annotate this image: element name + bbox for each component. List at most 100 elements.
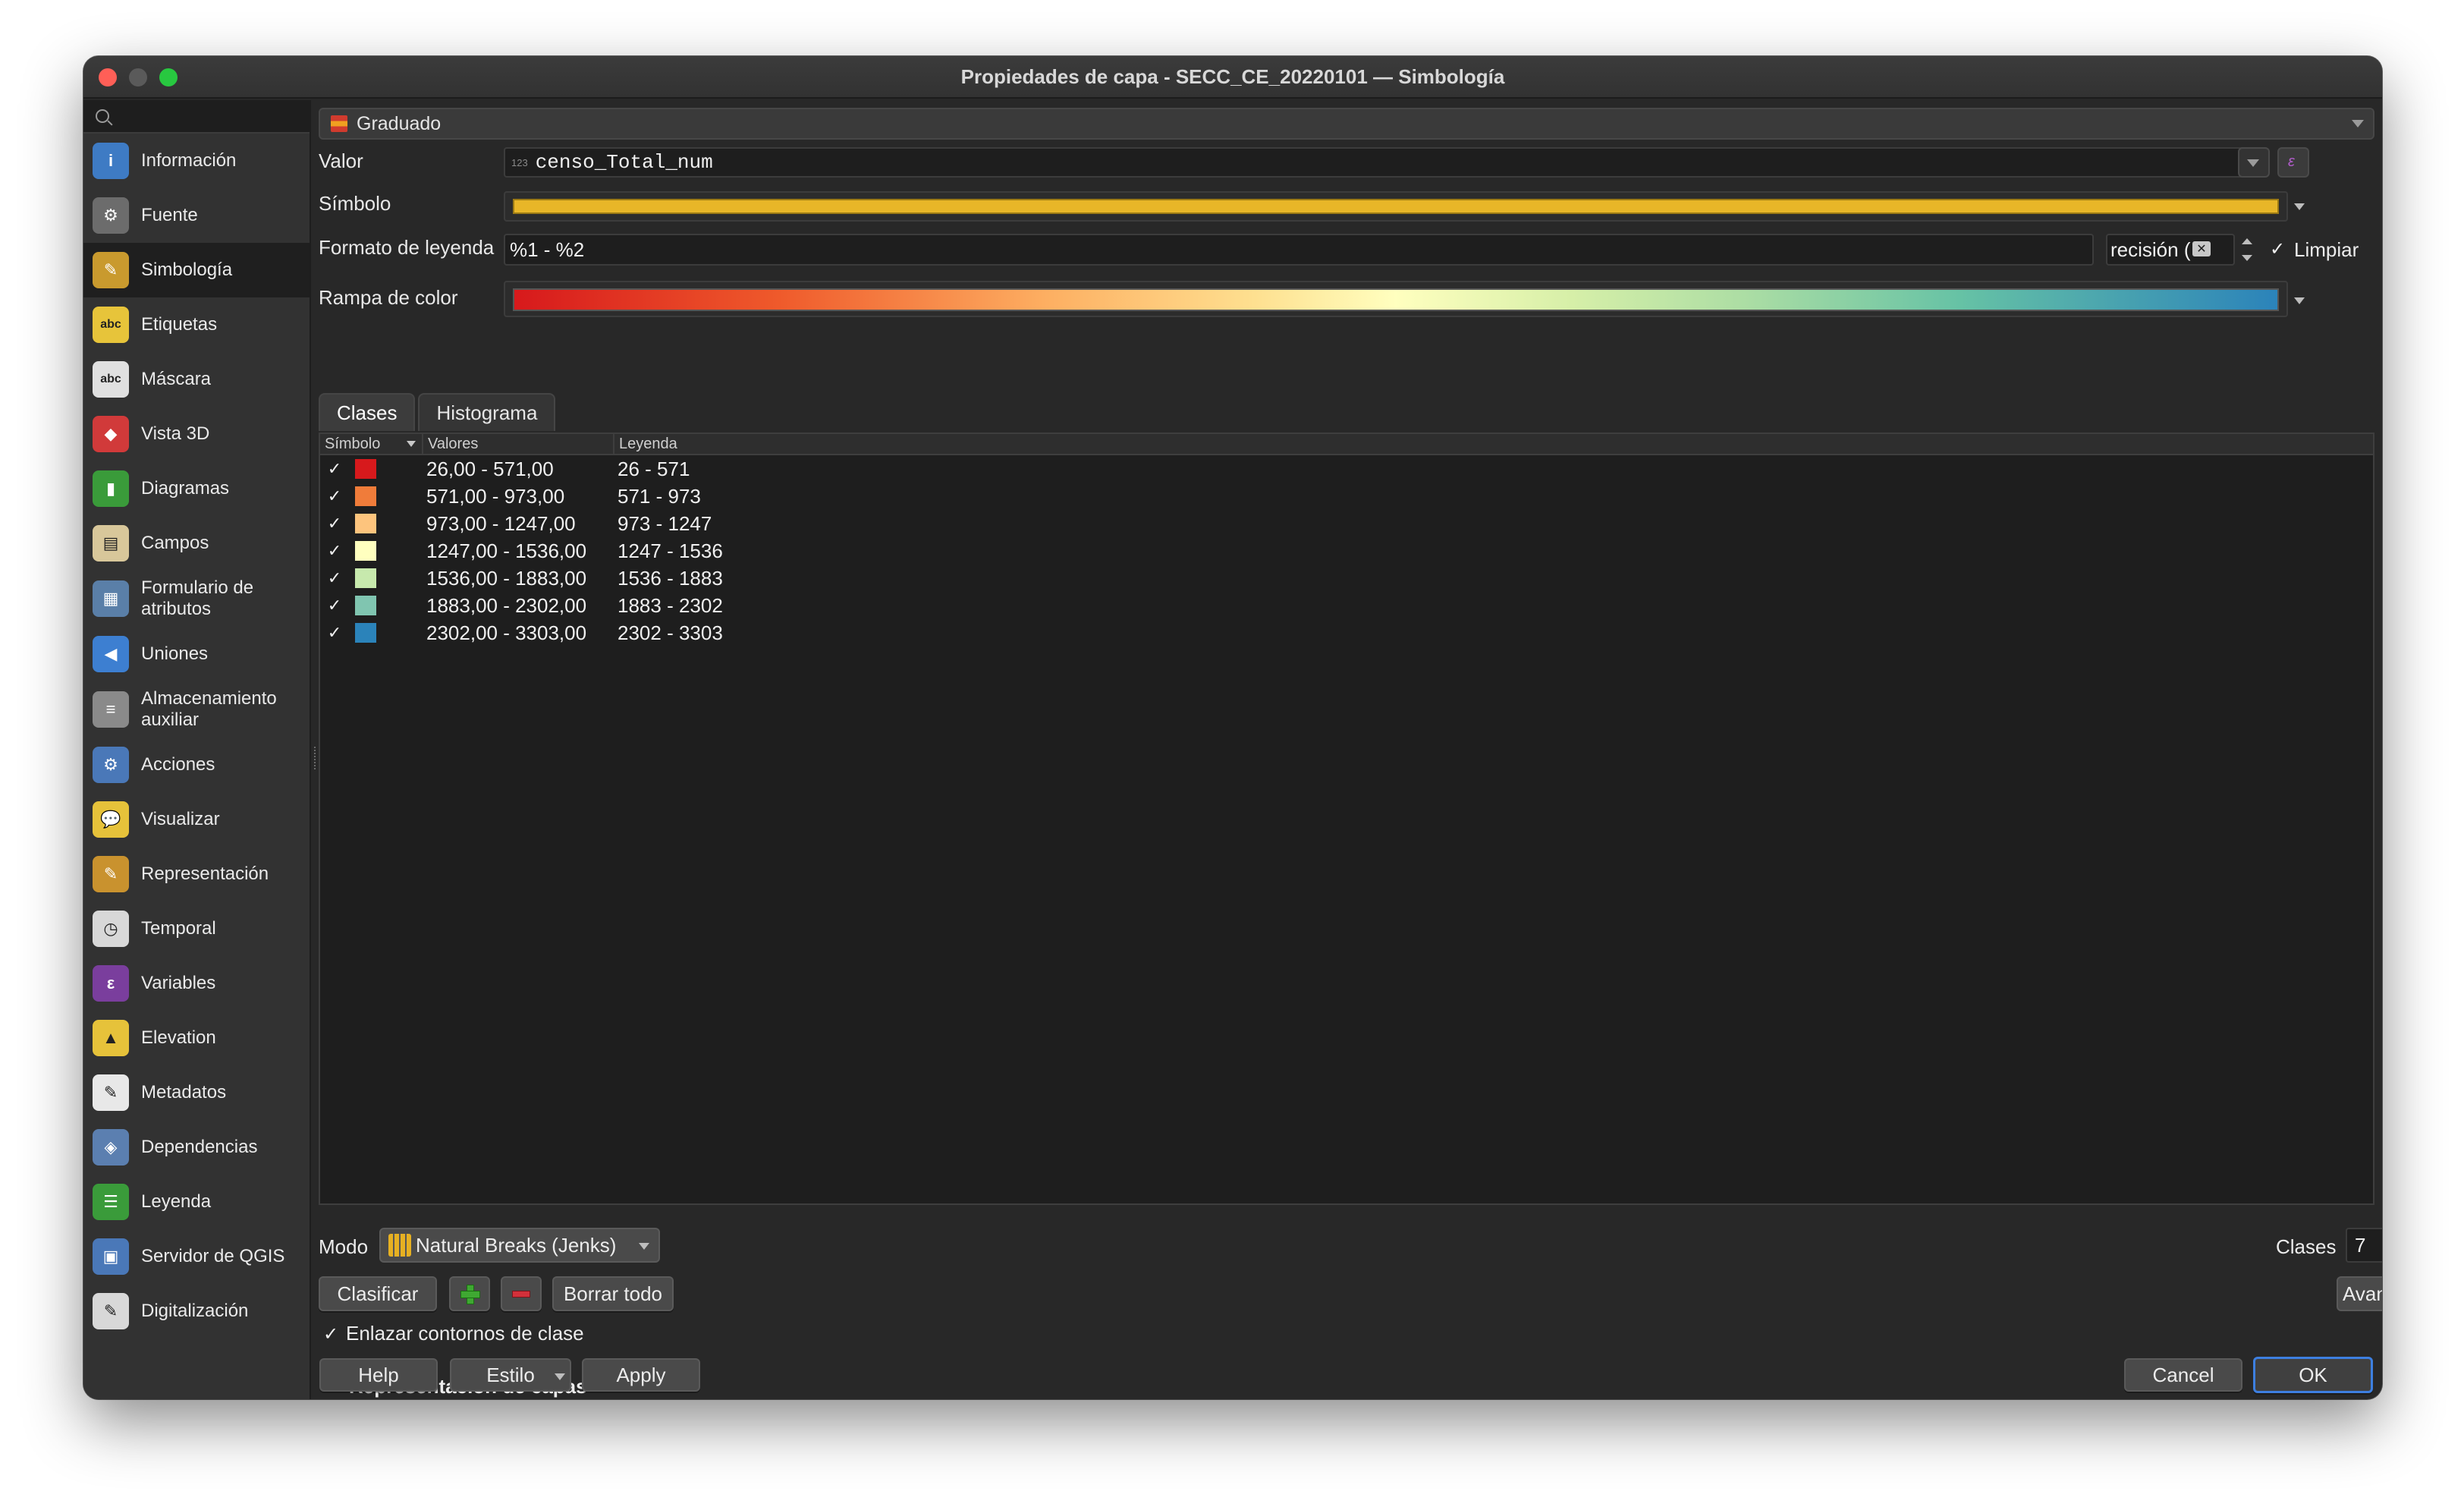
- delete-all-button[interactable]: Borrar todo: [552, 1276, 674, 1311]
- link-boundaries-checkbox[interactable]: ✓: [323, 1323, 338, 1345]
- column-header-values[interactable]: Valores: [423, 434, 614, 454]
- sidebar-item-labels[interactable]: abc Etiquetas: [83, 297, 310, 352]
- class-values-cell[interactable]: 973,00 - 1247,00: [426, 512, 618, 536]
- add-class-button[interactable]: [449, 1276, 490, 1311]
- symbology-icon: ✎: [93, 252, 129, 288]
- class-legend-cell[interactable]: 571 - 973: [618, 485, 769, 508]
- sidebar-item-symbology[interactable]: ✎ Simbología: [83, 243, 310, 297]
- legend-format-label: Formato de leyenda: [319, 235, 495, 259]
- mode-select[interactable]: Natural Breaks (Jenks): [379, 1228, 660, 1263]
- splitter-handle[interactable]: [314, 747, 317, 769]
- sidebar-item-digitizing[interactable]: ✎ Digitalización: [83, 1284, 310, 1339]
- remove-class-button[interactable]: [501, 1276, 542, 1311]
- class-values-cell[interactable]: 2302,00 - 3303,00: [426, 621, 618, 645]
- sidebar-item-diagrams[interactable]: ▮ Diagramas: [83, 461, 310, 516]
- color-ramp-dropdown-icon[interactable]: [2294, 297, 2305, 304]
- class-values-cell[interactable]: 1536,00 - 1883,00: [426, 567, 618, 590]
- classify-button[interactable]: Clasificar: [319, 1276, 437, 1311]
- maximize-window-button[interactable]: [159, 68, 178, 87]
- tab-classes[interactable]: Clases: [319, 393, 416, 431]
- classes-table[interactable]: Símbolo Valores Leyenda ✓ 26,00 - 571,00 2…: [319, 433, 2374, 1205]
- precision-stepper[interactable]: [2238, 234, 2256, 266]
- cancel-button[interactable]: Cancel: [2124, 1358, 2242, 1392]
- table-row[interactable]: ✓ 26,00 - 571,00 26 - 571: [320, 455, 2373, 483]
- class-legend-cell[interactable]: 2302 - 3303: [618, 621, 769, 645]
- close-window-button[interactable]: [99, 68, 117, 87]
- minimize-window-button[interactable]: [129, 68, 147, 87]
- table-row[interactable]: ✓ 1536,00 - 1883,00 1536 - 1883: [320, 565, 2373, 592]
- class-color-swatch[interactable]: [355, 623, 376, 643]
- precision-spinbox[interactable]: recisión ( ✕: [2106, 234, 2235, 266]
- class-legend-cell[interactable]: 1536 - 1883: [618, 567, 769, 590]
- sidebar-item-joins[interactable]: ◀ Uniones: [83, 627, 310, 681]
- value-field-select[interactable]: 123 censo_Total_num: [504, 147, 2268, 178]
- value-field-dropdown[interactable]: [2238, 147, 2270, 178]
- class-visibility-checkbox[interactable]: ✓: [323, 459, 346, 479]
- sidebar-item-source[interactable]: ⚙ Fuente: [83, 188, 310, 243]
- help-button[interactable]: Help: [319, 1358, 438, 1392]
- dependencies-icon: ◈: [93, 1129, 129, 1166]
- symbol-dropdown-icon[interactable]: [2294, 203, 2305, 210]
- class-color-swatch[interactable]: [355, 514, 376, 533]
- sidebar-item-info[interactable]: i Información: [83, 134, 310, 188]
- sidebar-item-rendering[interactable]: ✎ Representación: [83, 847, 310, 901]
- sidebar-item-metadata[interactable]: ✎ Metadatos: [83, 1065, 310, 1120]
- sidebar-item-actions[interactable]: ⚙ Acciones: [83, 738, 310, 792]
- class-values-cell[interactable]: 26,00 - 571,00: [426, 458, 618, 481]
- sidebar-item-fields[interactable]: ▤ Campos: [83, 516, 310, 571]
- class-legend-cell[interactable]: 973 - 1247: [618, 512, 769, 536]
- classes-label: Clases: [2276, 1235, 2337, 1258]
- sidebar-item-dependencies[interactable]: ◈ Dependencias: [83, 1120, 310, 1175]
- class-color-swatch[interactable]: [355, 486, 376, 506]
- sidebar-search-input[interactable]: [83, 100, 310, 134]
- class-visibility-checkbox[interactable]: ✓: [323, 486, 346, 506]
- apply-button[interactable]: Apply: [582, 1358, 700, 1392]
- column-header-legend[interactable]: Leyenda: [614, 434, 721, 454]
- sidebar-item-qgis-server[interactable]: ▣ Servidor de QGIS: [83, 1229, 310, 1284]
- class-visibility-checkbox[interactable]: ✓: [323, 541, 346, 561]
- classes-spinbox[interactable]: 7: [2346, 1228, 2382, 1263]
- clear-icon[interactable]: ✕: [2192, 241, 2211, 256]
- sidebar-item-auxiliary-storage[interactable]: ≡ Almacenamiento auxiliar: [83, 681, 310, 738]
- table-row[interactable]: ✓ 973,00 - 1247,00 973 - 1247: [320, 510, 2373, 537]
- properties-sidebar: i Información ⚙ Fuente ✎ Simbología abc Etiquet…: [83, 100, 311, 1399]
- class-color-swatch[interactable]: [355, 541, 376, 561]
- class-visibility-checkbox[interactable]: ✓: [323, 623, 346, 643]
- sidebar-item-attribute-form[interactable]: ▦ Formulario de atributos: [83, 571, 310, 627]
- class-legend-cell[interactable]: 1247 - 1536: [618, 540, 769, 563]
- expression-button[interactable]: ε: [2277, 147, 2309, 178]
- qgis-server-icon: ▣: [93, 1238, 129, 1275]
- style-menu-button[interactable]: Estilo: [450, 1358, 571, 1392]
- class-visibility-checkbox[interactable]: ✓: [323, 568, 346, 588]
- table-row[interactable]: ✓ 2302,00 - 3303,00 2302 - 3303: [320, 619, 2373, 646]
- ok-button[interactable]: OK: [2253, 1357, 2373, 1393]
- class-values-cell[interactable]: 571,00 - 973,00: [426, 485, 618, 508]
- class-visibility-checkbox[interactable]: ✓: [323, 596, 346, 615]
- sidebar-item-view-3d[interactable]: ◆ Vista 3D: [83, 407, 310, 461]
- class-color-swatch[interactable]: [355, 459, 376, 479]
- table-row[interactable]: ✓ 1883,00 - 2302,00 1883 - 2302: [320, 592, 2373, 619]
- class-color-swatch[interactable]: [355, 568, 376, 588]
- sidebar-item-variables[interactable]: ε Variables: [83, 956, 310, 1011]
- table-row[interactable]: ✓ 1247,00 - 1536,00 1247 - 1536: [320, 537, 2373, 565]
- sidebar-item-label: Información: [141, 150, 237, 171]
- class-legend-cell[interactable]: 26 - 571: [618, 458, 769, 481]
- sidebar-item-mask[interactable]: abc Máscara: [83, 352, 310, 407]
- sidebar-item-elevation[interactable]: ▲ Elevation: [83, 1011, 310, 1065]
- trim-checkbox[interactable]: ✓: [2270, 238, 2285, 260]
- sidebar-item-legend[interactable]: ☰ Leyenda: [83, 1175, 310, 1229]
- display-icon: 💬: [93, 801, 129, 838]
- legend-format-input[interactable]: %1 - %2: [504, 234, 2094, 266]
- advanced-menu-button[interactable]: Avanzado: [2337, 1276, 2382, 1311]
- class-values-cell[interactable]: 1247,00 - 1536,00: [426, 540, 618, 563]
- sidebar-item-display[interactable]: 💬 Visualizar: [83, 792, 310, 847]
- renderer-type-select[interactable]: Graduado: [319, 108, 2374, 140]
- sidebar-item-temporal[interactable]: ◷ Temporal: [83, 901, 310, 956]
- tab-histogram[interactable]: Histograma: [418, 393, 556, 431]
- column-header-symbol[interactable]: Símbolo: [320, 434, 423, 454]
- class-visibility-checkbox[interactable]: ✓: [323, 514, 346, 533]
- table-row[interactable]: ✓ 571,00 - 973,00 571 - 973: [320, 483, 2373, 510]
- class-values-cell[interactable]: 1883,00 - 2302,00: [426, 594, 618, 618]
- class-legend-cell[interactable]: 1883 - 2302: [618, 594, 769, 618]
- class-color-swatch[interactable]: [355, 596, 376, 615]
